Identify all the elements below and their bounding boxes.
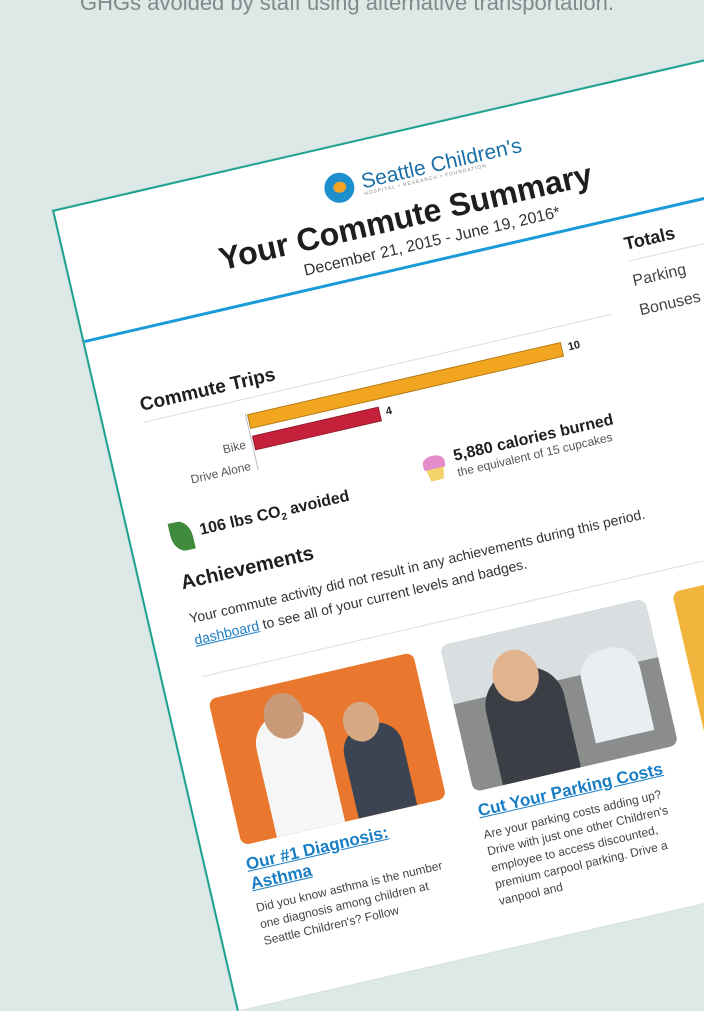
article-card-parking[interactable]: Cut Your Parking Costs Are your parking … <box>439 598 704 910</box>
co2-value: 106 lbs CO2 avoided <box>197 487 352 539</box>
article-card-third[interactable] <box>671 545 704 739</box>
article-card-asthma[interactable]: Our #1 Diagnosis: Asthma Did you know as… <box>208 652 470 950</box>
bar-value: 10 <box>566 338 582 354</box>
intro-text: GHGs avoided by staff using alternative … <box>80 0 614 15</box>
article-image[interactable] <box>671 545 704 739</box>
bar-value: 4 <box>384 404 394 418</box>
leaf-icon <box>167 519 196 554</box>
commute-summary-document: Seattle Children's HOSPITAL • RESEARCH •… <box>52 38 704 1011</box>
cupcake-icon <box>419 453 450 484</box>
logo-icon <box>321 169 358 206</box>
